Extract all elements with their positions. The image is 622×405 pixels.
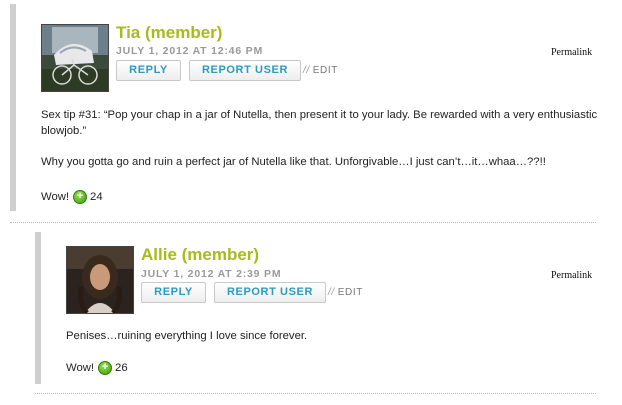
edit-separator: // — [328, 287, 335, 298]
reply-button[interactable]: REPLY — [141, 282, 206, 303]
comment-author[interactable]: Allie (member) — [141, 245, 259, 265]
thread-bar — [35, 232, 41, 384]
avatar[interactable] — [66, 246, 134, 314]
comment-allie: Allie (member) JULY 1, 2012 AT 2:39 PM R… — [0, 0, 622, 405]
vote-label: Wow! — [66, 362, 95, 374]
vote-row: Wow! + 26 — [66, 361, 128, 375]
permalink[interactable]: Permalink — [551, 270, 592, 281]
comment-date[interactable]: JULY 1, 2012 AT 2:39 PM — [141, 268, 281, 280]
comment-body: Penises…ruining everything I love since … — [66, 328, 596, 344]
avatar-photo — [67, 247, 133, 313]
report-user-button[interactable]: REPORT USER — [214, 282, 326, 303]
comment-paragraph: Penises…ruining everything I love since … — [66, 330, 308, 342]
plus-circle-icon[interactable]: + — [98, 361, 113, 375]
comment-divider — [35, 393, 596, 394]
vote-count: 26 — [115, 362, 128, 374]
edit-link[interactable]: EDIT — [338, 287, 363, 298]
edit-link-group: //EDIT — [328, 287, 363, 298]
